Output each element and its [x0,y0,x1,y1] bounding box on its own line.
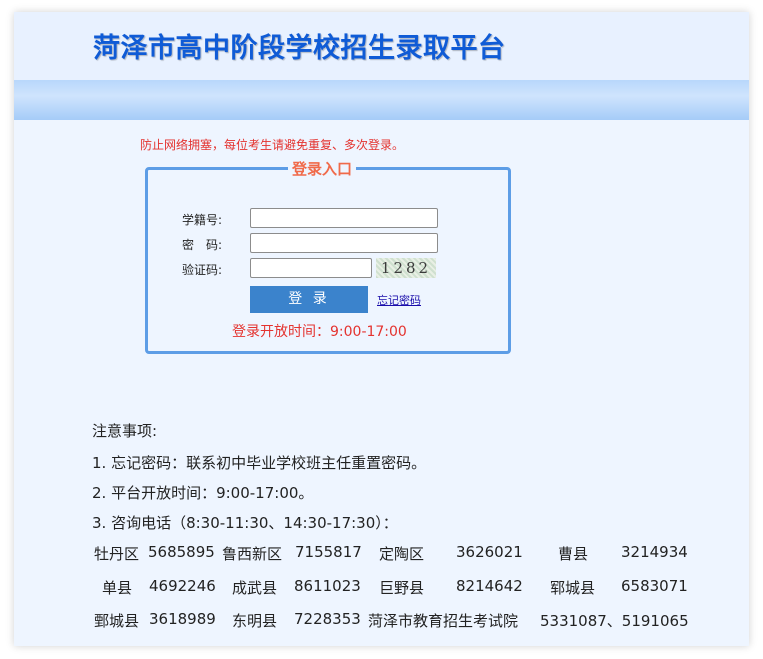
contact-name: 曹县 [558,545,589,563]
captcha-input[interactable] [250,258,372,278]
contact-row: 鄄城县 3618989 东明县 7228353 菏泽市教育招生考试院 53310… [92,610,732,632]
login-legend: 登录入口 [288,158,357,179]
notes-item: 2. 平台开放时间：9:00-17:00。 [92,484,314,502]
contact-phone: 4692246 [149,577,216,595]
contact-phone: 8611023 [294,577,361,595]
contact-phone: 8214642 [456,577,523,595]
forgot-password-link[interactable]: 忘记密码 [377,292,421,308]
password-input[interactable] [250,233,438,253]
student-id-label: 学籍号: [182,213,223,227]
notes-item: 1. 忘记密码：联系初中毕业学校班主任重置密码。 [92,454,427,472]
header: 菏泽市高中阶段学校招生录取平台 [14,12,749,80]
notes-item: 3. 咨询电话（8:30-11:30、14:30-17:30）： [92,514,398,532]
page-frame: 菏泽市高中阶段学校招生录取平台 防止网络拥塞，每位考生请避免重复、多次登录。 登… [14,12,749,646]
contact-phone: 6583071 [621,577,688,595]
contact-name: 鄄城县 [94,612,140,630]
login-warning: 防止网络拥塞，每位考生请避免重复、多次登录。 [140,138,405,152]
contact-phone: 3626021 [456,543,523,561]
contact-phone: 3214934 [621,543,688,561]
login-open-time: 登录开放时间：9:00-17:00 [232,324,407,340]
contact-name: 成武县 [232,579,278,597]
header-banner [14,80,749,120]
login-box: 登录入口 学籍号: 密 码: 验证码: 1282 登 录 忘记密码 登录开放时间… [145,158,511,354]
contact-name: 菏泽市教育招生考试院 [368,612,519,630]
student-id-input[interactable] [250,208,438,228]
password-label: 密 码: [182,238,223,252]
contact-name: 定陶区 [379,545,425,563]
contact-phone: 7155817 [295,543,362,561]
captcha-label: 验证码: [182,263,223,277]
contact-name: 牡丹区 [94,545,140,563]
captcha-image[interactable]: 1282 [376,258,436,278]
contact-name: 东明县 [232,612,278,630]
contact-name: 郓城县 [550,579,596,597]
contact-phone: 5331087、5191065 [540,612,689,630]
notes-heading: 注意事项: [92,422,158,440]
contact-name: 鲁西新区 [222,545,283,563]
contact-name: 巨野县 [379,579,425,597]
contact-phone: 3618989 [149,610,216,628]
login-button[interactable]: 登 录 [250,286,368,313]
contact-row: 牡丹区 5685895 鲁西新区 7155817 定陶区 3626021 曹县 … [92,543,732,565]
contact-phone: 7228353 [294,610,361,628]
contact-row: 单县 4692246 成武县 8611023 巨野县 8214642 郓城县 6… [92,577,732,599]
contact-phone: 5685895 [148,543,215,561]
contact-name: 单县 [102,579,133,597]
site-title: 菏泽市高中阶段学校招生录取平台 [93,33,506,64]
